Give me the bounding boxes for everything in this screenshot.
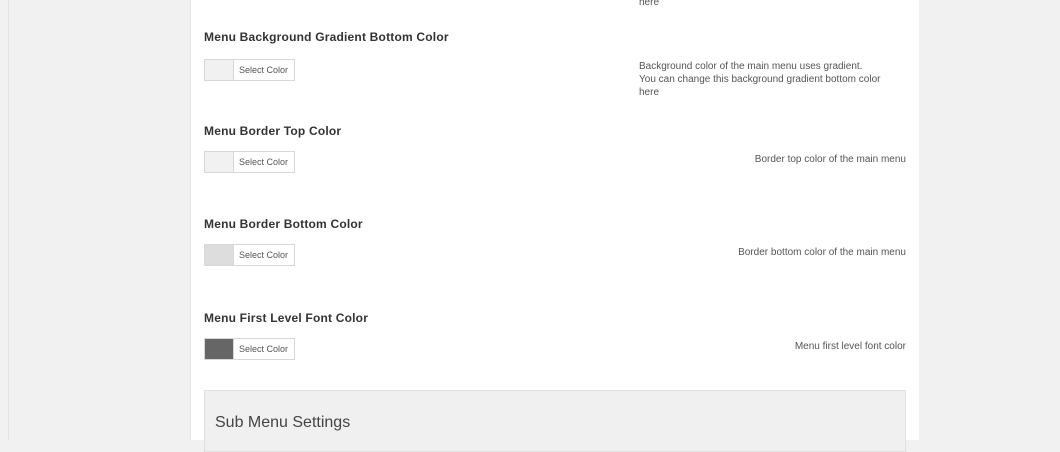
color-swatch[interactable] bbox=[205, 152, 234, 172]
color-swatch[interactable] bbox=[205, 245, 234, 265]
description-line: Background color of the main menu uses g… bbox=[639, 61, 863, 72]
description-line: here bbox=[639, 87, 660, 98]
left-gutter bbox=[8, 0, 191, 440]
option-menu-first-level-font-color: Menu First Level Font Color Select Color… bbox=[204, 311, 906, 371]
select-color-button[interactable]: Select Color bbox=[234, 245, 295, 265]
option-menu-bg-gradient-bottom-color: Menu Background Gradient Bottom Color Se… bbox=[204, 30, 906, 110]
option-description: Border top color of the main menu bbox=[754, 154, 906, 165]
option-menu-border-top-color: Menu Border Top Color Select Color Borde… bbox=[204, 124, 906, 184]
option-title: Menu Background Gradient Bottom Color bbox=[204, 30, 449, 44]
color-picker[interactable]: Select Color bbox=[204, 338, 296, 360]
select-color-button[interactable]: Select Color bbox=[234, 60, 295, 80]
color-picker[interactable]: Select Color bbox=[204, 151, 296, 173]
description-line: You can change this background gradient … bbox=[639, 74, 881, 85]
section-title: Sub Menu Settings bbox=[215, 414, 351, 431]
option-menu-border-bottom-color: Menu Border Bottom Color Select Color Bo… bbox=[204, 217, 906, 277]
color-picker[interactable]: Select Color bbox=[204, 59, 296, 81]
select-color-button[interactable]: Select Color bbox=[234, 339, 295, 359]
select-color-button[interactable]: Select Color bbox=[234, 152, 295, 172]
color-swatch[interactable] bbox=[205, 339, 234, 359]
option-description: Menu first level font color bbox=[794, 341, 906, 352]
option-title: Menu Border Top Color bbox=[204, 124, 342, 138]
option-title: Menu First Level Font Color bbox=[204, 311, 369, 325]
color-picker[interactable]: Select Color bbox=[204, 244, 296, 266]
right-gutter bbox=[919, 0, 1060, 440]
previous-option-description-tail: here bbox=[639, 0, 660, 8]
color-swatch[interactable] bbox=[205, 60, 234, 80]
submenu-settings-section: Sub Menu Settings bbox=[204, 390, 906, 452]
option-description: Background color of the main menu uses g… bbox=[639, 60, 909, 99]
option-title: Menu Border Bottom Color bbox=[204, 217, 363, 231]
option-description: Border bottom color of the main menu bbox=[738, 247, 906, 258]
